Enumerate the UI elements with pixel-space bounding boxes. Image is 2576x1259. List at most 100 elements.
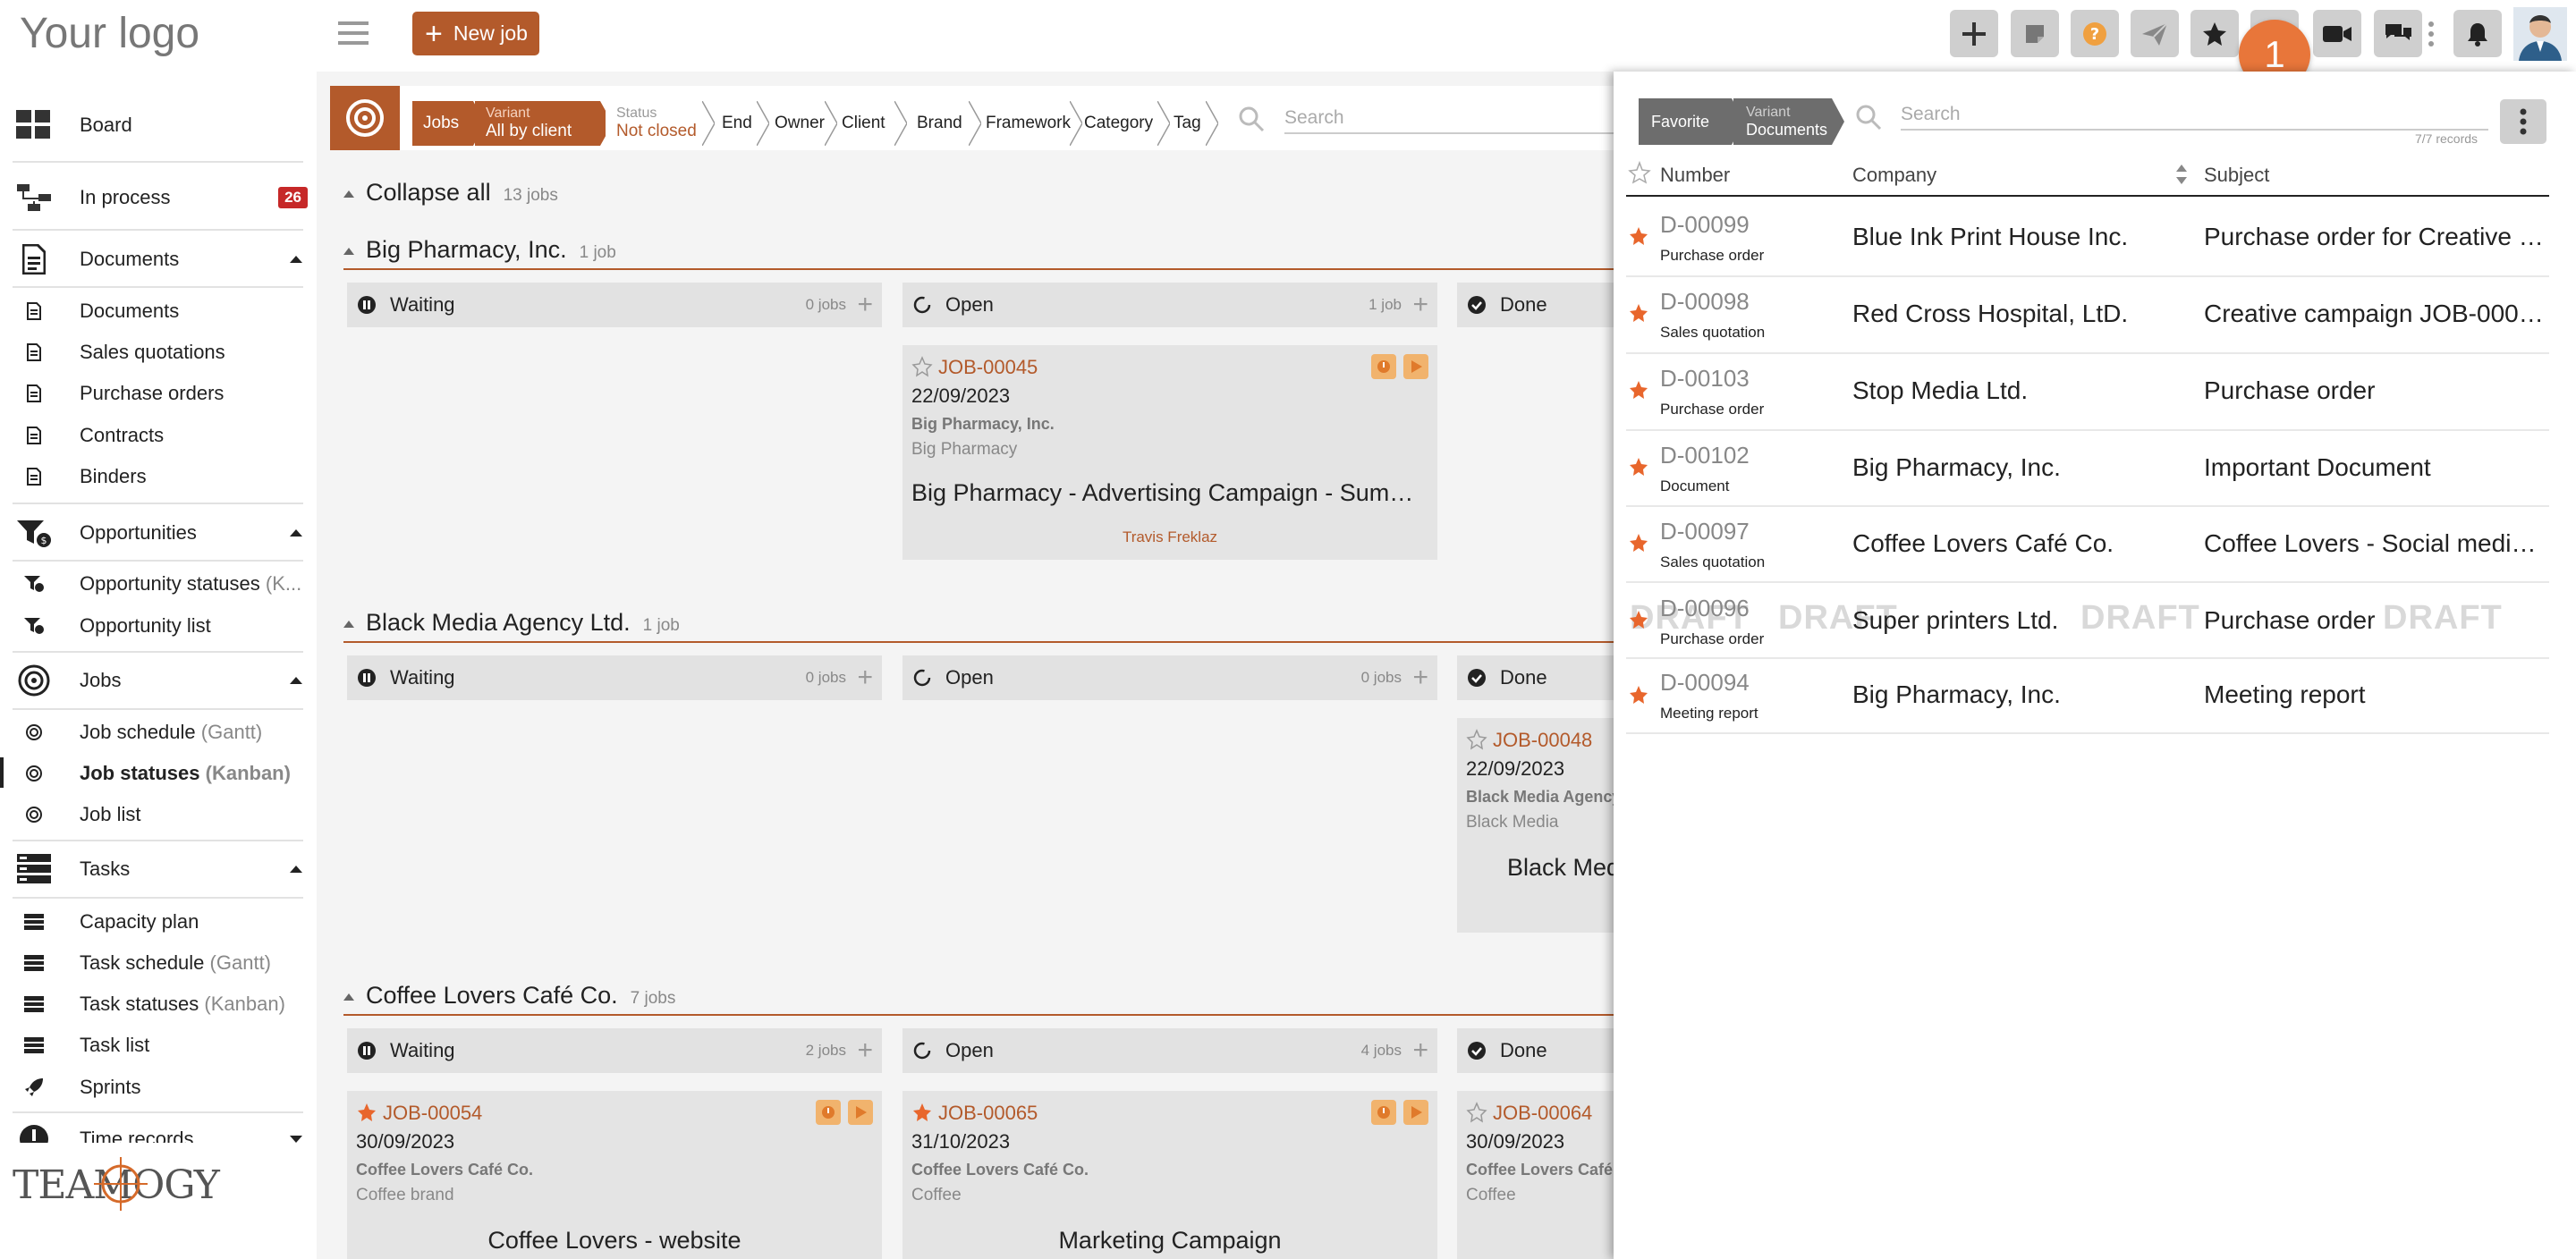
star-filled-icon[interactable] [1628,684,1649,706]
sidebar-section-tasks[interactable]: Tasks [0,851,317,887]
sidebar-section-jobs[interactable]: Jobs [0,663,317,698]
add-job-button[interactable]: + [857,664,873,691]
sidebar-item-sprints[interactable]: Sprints [0,1073,317,1102]
sidebar-item-label: Capacity plan [80,910,199,933]
star-filled-icon[interactable] [1628,456,1649,477]
sidebar-item-job-list[interactable]: Job list [0,800,317,829]
filter-brand[interactable]: Brand [906,101,962,146]
sidebar-item-in-process[interactable]: In process 26 [0,182,317,214]
add-button[interactable] [1950,10,1998,57]
send-button[interactable] [2131,10,2179,57]
star-filled-icon[interactable] [1628,379,1649,401]
sidebar-section-opportunities[interactable]: $ Opportunities [0,515,317,551]
filter-tag[interactable]: Tag [1163,101,1201,146]
new-job-button[interactable]: + New job [412,12,539,55]
star-filled-icon[interactable] [356,1102,377,1123]
play-icon[interactable] [848,1100,873,1125]
collapse-icon[interactable] [290,866,302,873]
clock-icon[interactable] [1371,354,1396,379]
help-button[interactable]: ? [2071,10,2119,57]
sidebar-section-documents[interactable]: Documents [0,241,317,277]
collapse-icon[interactable] [290,529,302,537]
add-job-button[interactable]: + [1412,664,1428,691]
add-job-button[interactable]: + [1412,1037,1428,1064]
more-vertical-icon[interactable] [2428,20,2435,48]
video-button[interactable] [2313,10,2361,57]
filter-framework[interactable]: Framework [975,101,1071,146]
collapse-group-icon[interactable] [343,248,354,255]
search-input[interactable]: Search [1284,107,1615,134]
breadcrumb-variant[interactable]: Variant All by client [475,101,600,146]
sidebar-item-task-list[interactable]: Task list [0,1031,317,1060]
column-header-number[interactable]: Number [1660,164,1730,187]
collapse-icon[interactable] [290,256,302,263]
note-button[interactable] [2011,10,2059,57]
sidebar-item-task-schedule[interactable]: Task schedule (Gantt) [0,949,317,977]
sidebar-item-opportunity-statuses[interactable]: Opportunity statuses (K... [0,570,317,598]
breadcrumb-favorite[interactable]: Favorite [1639,98,1732,145]
filter-end[interactable]: End [711,101,752,146]
job-card[interactable]: JOB-00048 22/09/2023 Black Media Agency … [1457,718,1618,933]
notifications-button[interactable] [2453,10,2502,57]
sidebar-section-time-records[interactable]: Time records [0,1118,317,1143]
job-card[interactable]: JOB-00064 30/09/2023 Coffee Lovers Café … [1457,1091,1618,1259]
avatar[interactable] [2513,7,2567,61]
star-filled-icon[interactable] [1628,532,1649,553]
filter-owner[interactable]: Owner [764,101,825,146]
star-filled-icon[interactable] [911,1102,933,1123]
column-header-subject[interactable]: Subject [2204,164,2269,187]
collapse-group-icon[interactable] [343,993,354,1001]
clock-icon[interactable] [1371,1100,1396,1125]
breadcrumb-jobs[interactable]: Jobs [412,101,473,146]
clock-icon[interactable] [816,1100,841,1125]
collapse-all[interactable]: Collapse all 13 jobs [366,179,558,207]
collapse-all-icon[interactable] [343,190,354,198]
job-date: 30/09/2023 [1466,1130,1565,1153]
sidebar-item-task-statuses[interactable]: Task statuses (Kanban) [0,990,317,1018]
menu-icon[interactable] [338,20,369,46]
jobs-module-icon[interactable] [330,86,400,150]
add-job-button[interactable]: + [1412,292,1428,318]
filter-client[interactable]: Client [831,101,886,146]
panel-menu-button[interactable] [2500,99,2546,144]
chat-button[interactable] [2374,10,2422,57]
play-icon[interactable] [1403,1100,1428,1125]
breadcrumb-variant[interactable]: Variant Documents [1733,98,1832,145]
sidebar-item-opportunity-list[interactable]: Opportunity list [0,612,317,640]
sidebar-item-contracts[interactable]: Contracts [0,421,317,450]
collapse-group-icon[interactable] [343,621,354,628]
job-card[interactable]: JOB-00065 31/10/2023 Coffee Lovers Café … [902,1091,1437,1259]
filter-category[interactable]: Category [1073,101,1153,146]
sort-icon[interactable] [2175,165,2188,184]
column-header-company[interactable]: Company [1852,164,1936,187]
column-done: Done [1457,655,1618,700]
sidebar-item-sales-quotations[interactable]: Sales quotations [0,338,317,367]
sidebar-item-board[interactable]: Board [0,109,317,141]
panel-search-input[interactable]: Search [1901,104,2488,131]
sidebar-item-purchase-orders[interactable]: Purchase orders [0,379,317,408]
group-title[interactable]: Black Media Agency Ltd. 1 job [366,609,680,637]
star-outline-icon[interactable] [1466,1102,1487,1123]
star-filled-icon[interactable] [1628,609,1649,630]
star-outline-icon[interactable] [911,356,933,377]
sidebar-item-binders[interactable]: Binders [0,462,317,491]
sidebar-item-job-schedule[interactable]: Job schedule (Gantt) [0,718,317,747]
sidebar-item-job-statuses[interactable]: Job statuses (Kanban) [0,759,317,788]
job-card[interactable]: JOB-00054 30/09/2023 Coffee Lovers Café … [347,1091,882,1259]
collapse-icon[interactable] [290,677,302,684]
expand-icon[interactable] [290,1136,302,1143]
star-filled-icon[interactable] [1628,302,1649,324]
job-card[interactable]: JOB-00045 22/09/2023 Big Pharmacy, Inc. … [902,345,1437,560]
breadcrumb-status[interactable]: Status Not closed [606,101,706,146]
sidebar-item-capacity-plan[interactable]: Capacity plan [0,908,317,936]
add-job-button[interactable]: + [857,1037,873,1064]
add-job-button[interactable]: + [857,292,873,318]
sidebar-item-documents[interactable]: Documents [0,297,317,325]
star-outline-icon[interactable] [1466,729,1487,750]
star-outline-icon[interactable] [1628,161,1651,184]
group-title[interactable]: Big Pharmacy, Inc. 1 job [366,236,616,264]
group-title[interactable]: Coffee Lovers Café Co. 7 jobs [366,982,675,1010]
star-filled-icon[interactable] [1628,225,1649,247]
play-icon[interactable] [1403,354,1428,379]
favorites-button[interactable] [2190,10,2239,57]
